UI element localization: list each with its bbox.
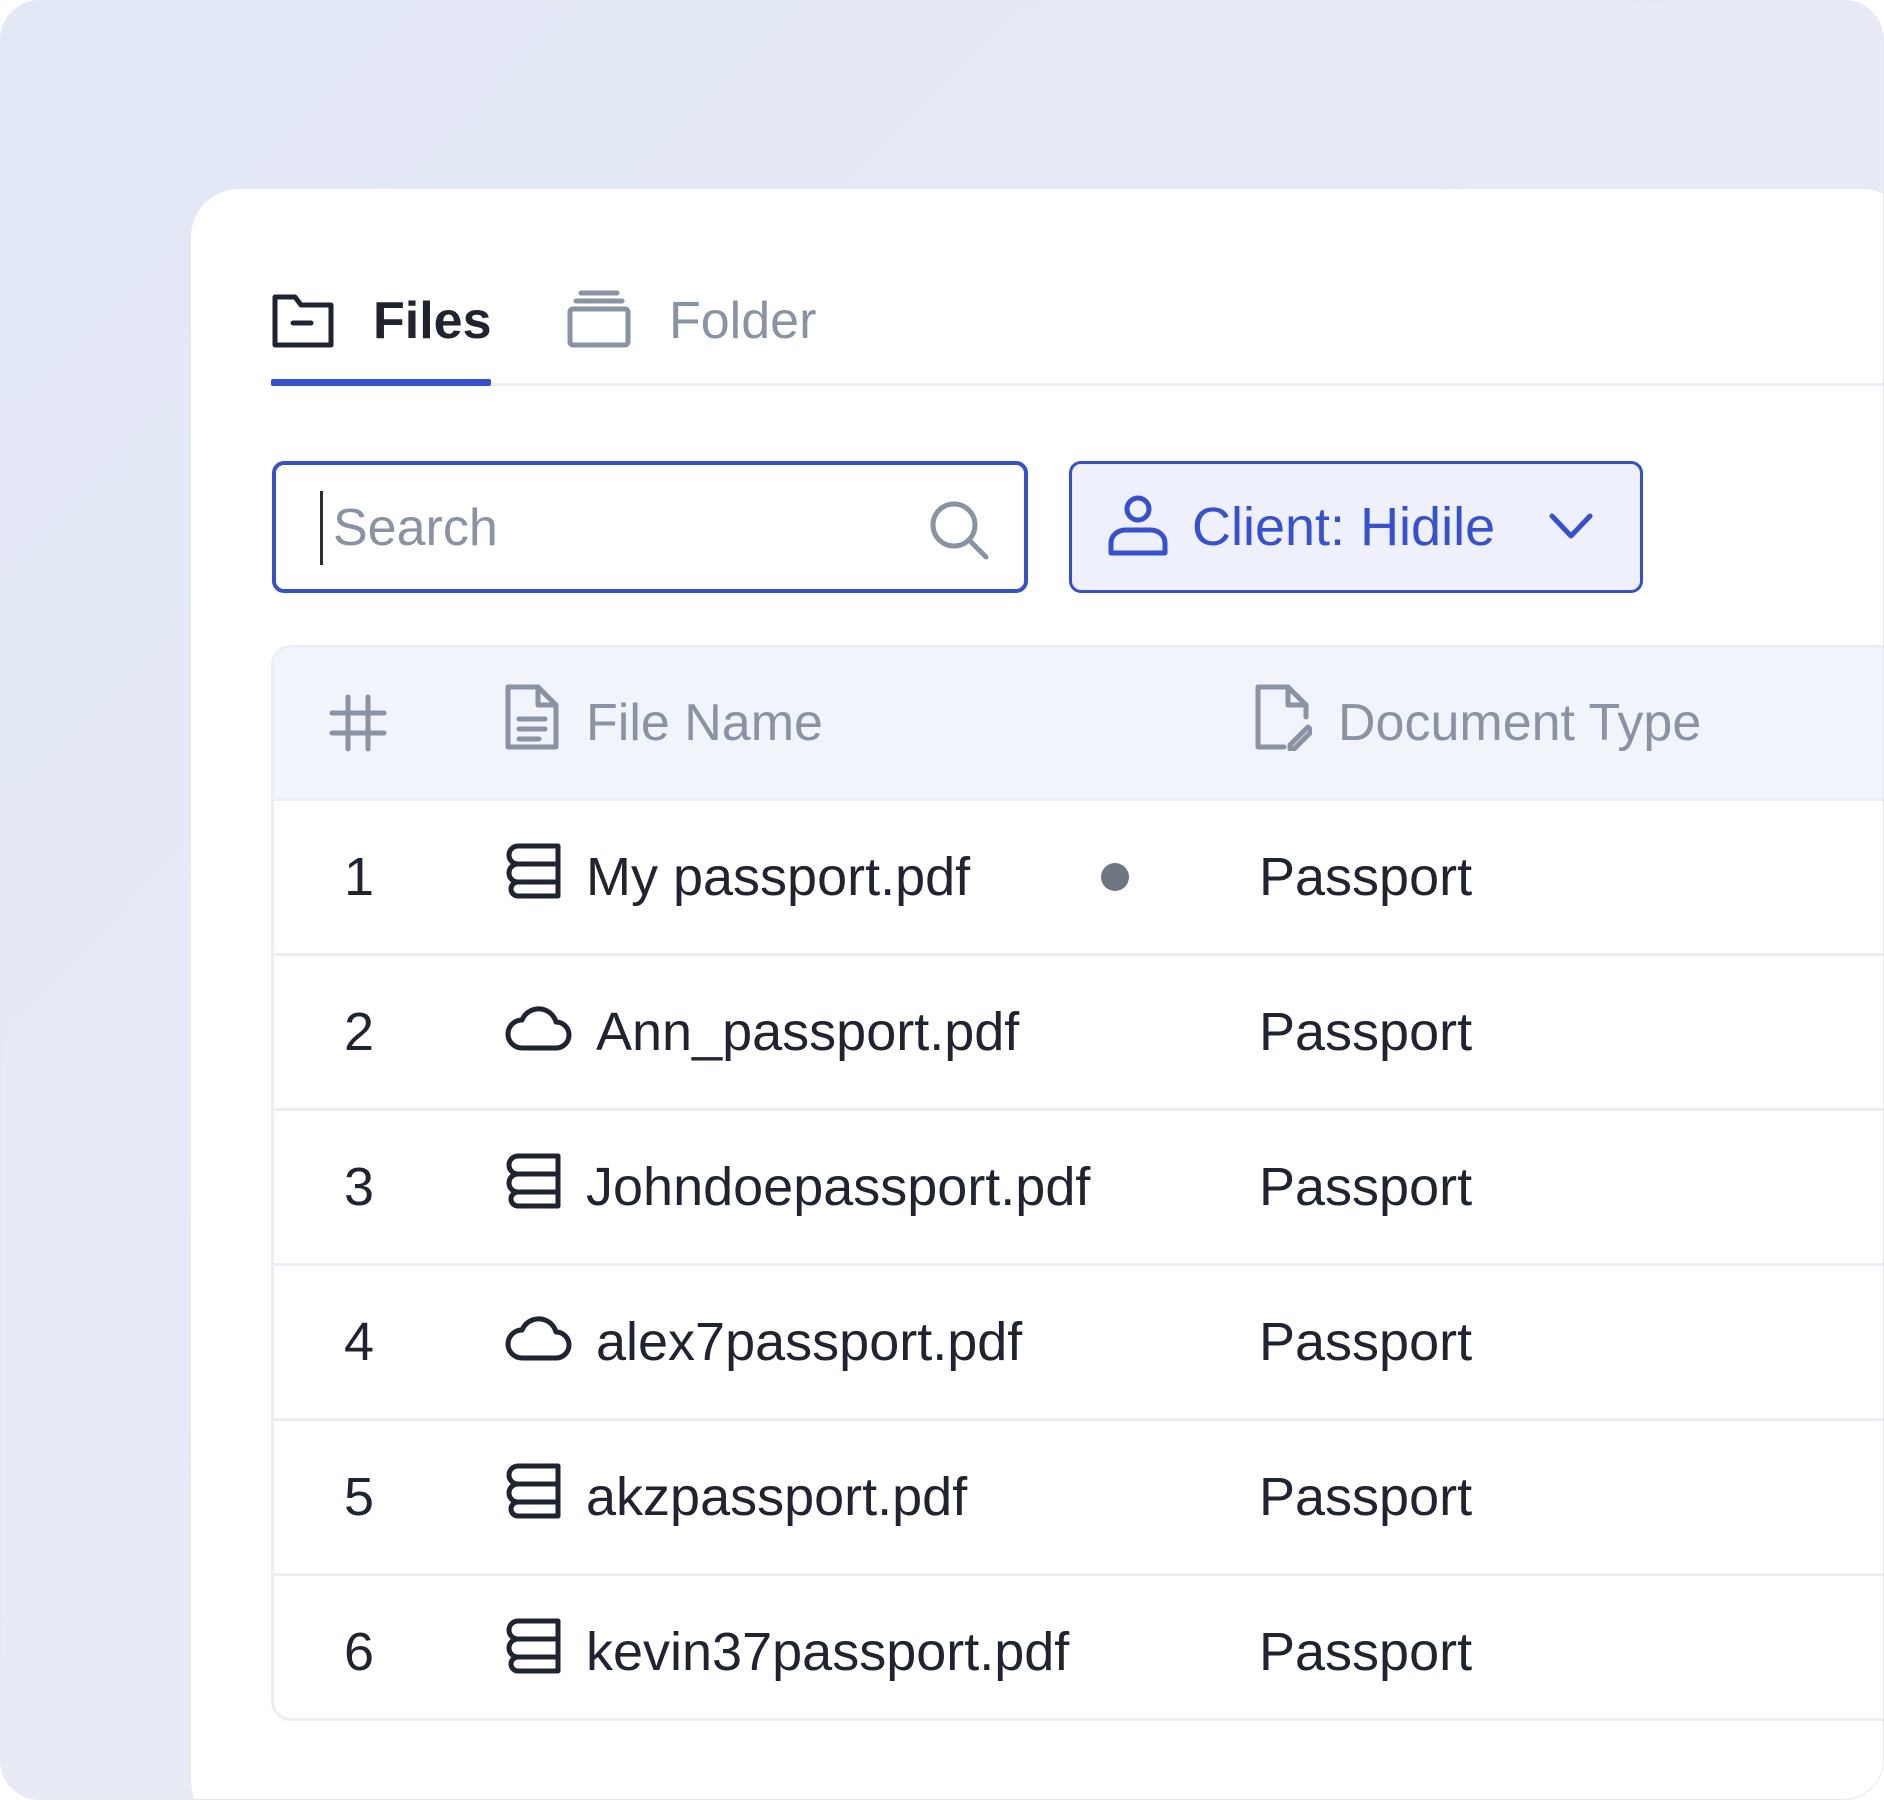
file-name-cell: My passport.pdf: [504, 801, 970, 953]
status-dot: [1101, 863, 1129, 891]
row-number: 5: [344, 1467, 375, 1527]
tab-files-label: Files: [373, 292, 492, 350]
storage-icon: [504, 1462, 562, 1533]
cloud-icon: [504, 1310, 572, 1375]
chevron-down-icon: [1548, 510, 1594, 549]
tab-folder[interactable]: Folder: [567, 259, 867, 383]
file-name-link[interactable]: My passport.pdf: [586, 846, 970, 908]
storage-icon: [504, 842, 562, 913]
cloud-icon: [504, 1000, 572, 1065]
row-number: 3: [344, 1157, 375, 1217]
column-header-document-type: Document Type: [1254, 648, 1701, 798]
folder-icon: [271, 287, 335, 356]
client-filter-dropdown[interactable]: Client: Hidile: [1069, 461, 1643, 593]
file-name-cell: akzpassport.pdf: [504, 1421, 967, 1573]
storage-icon: [504, 1617, 562, 1688]
tab-folder-label: Folder: [669, 292, 817, 350]
table-row[interactable]: 2 Ann_passport.pdf Passport: [274, 956, 1883, 1111]
document-type: Passport: [1259, 847, 1473, 907]
table-row[interactable]: 3 Johndoepassport.pdf Passport: [274, 1111, 1883, 1266]
storage-icon: [504, 1152, 562, 1223]
file-name-cell: Ann_passport.pdf: [504, 956, 1019, 1108]
table-row[interactable]: 4 alex7passport.pdf Passport: [274, 1266, 1883, 1421]
client-filter-label: Client: Hidile: [1192, 497, 1496, 557]
file-name-link[interactable]: kevin37passport.pdf: [586, 1621, 1069, 1683]
column-header-file-name-label: File Name: [586, 694, 823, 752]
table-header: # File Name: [274, 648, 1883, 801]
file-name-cell: kevin37passport.pdf: [504, 1576, 1069, 1718]
column-header-document-type-label: Document Type: [1338, 694, 1702, 752]
active-tab-indicator: [271, 379, 491, 386]
file-name-link[interactable]: alex7passport.pdf: [596, 1311, 1022, 1373]
files-panel: Files Folder Search Client: Hidile File …: [191, 189, 1883, 1799]
row-number: 6: [344, 1622, 375, 1682]
search-icon[interactable]: [928, 499, 990, 566]
table-row[interactable]: 1 My passport.pdf Passport: [274, 801, 1883, 956]
column-header-num: #: [328, 648, 388, 798]
document-type: Passport: [1259, 1312, 1473, 1372]
app-frame: Files Folder Search Client: Hidile File …: [0, 0, 1884, 1800]
search-input[interactable]: [320, 491, 915, 565]
file-name-cell: alex7passport.pdf: [504, 1266, 1022, 1418]
row-number: 4: [344, 1312, 375, 1372]
file-name-link[interactable]: akzpassport.pdf: [586, 1466, 967, 1528]
table-row[interactable]: 6 kevin37passport.pdf Passport: [274, 1576, 1883, 1718]
files-table: # File Name: [271, 645, 1883, 1721]
row-number: 2: [344, 1002, 375, 1062]
stack-icon: [567, 287, 631, 356]
document-type: Passport: [1259, 1467, 1473, 1527]
column-header-file-name: File Name: [504, 648, 823, 798]
tab-files[interactable]: Files: [271, 259, 492, 386]
document-type: Passport: [1259, 1002, 1473, 1062]
file-name-link[interactable]: Johndoepassport.pdf: [586, 1156, 1090, 1218]
tab-bar: Files Folder: [271, 259, 1883, 386]
search-box[interactable]: [272, 461, 1028, 593]
document-icon: [504, 683, 560, 764]
row-number: 1: [344, 847, 375, 907]
document-type: Passport: [1259, 1157, 1473, 1217]
file-name-cell: Johndoepassport.pdf: [504, 1111, 1090, 1263]
document-edit-icon: [1254, 683, 1315, 764]
user-icon: [1106, 493, 1170, 562]
table-row[interactable]: 5 akzpassport.pdf Passport: [274, 1421, 1883, 1576]
document-type: Passport: [1259, 1622, 1473, 1682]
file-name-link[interactable]: Ann_passport.pdf: [596, 1001, 1019, 1063]
